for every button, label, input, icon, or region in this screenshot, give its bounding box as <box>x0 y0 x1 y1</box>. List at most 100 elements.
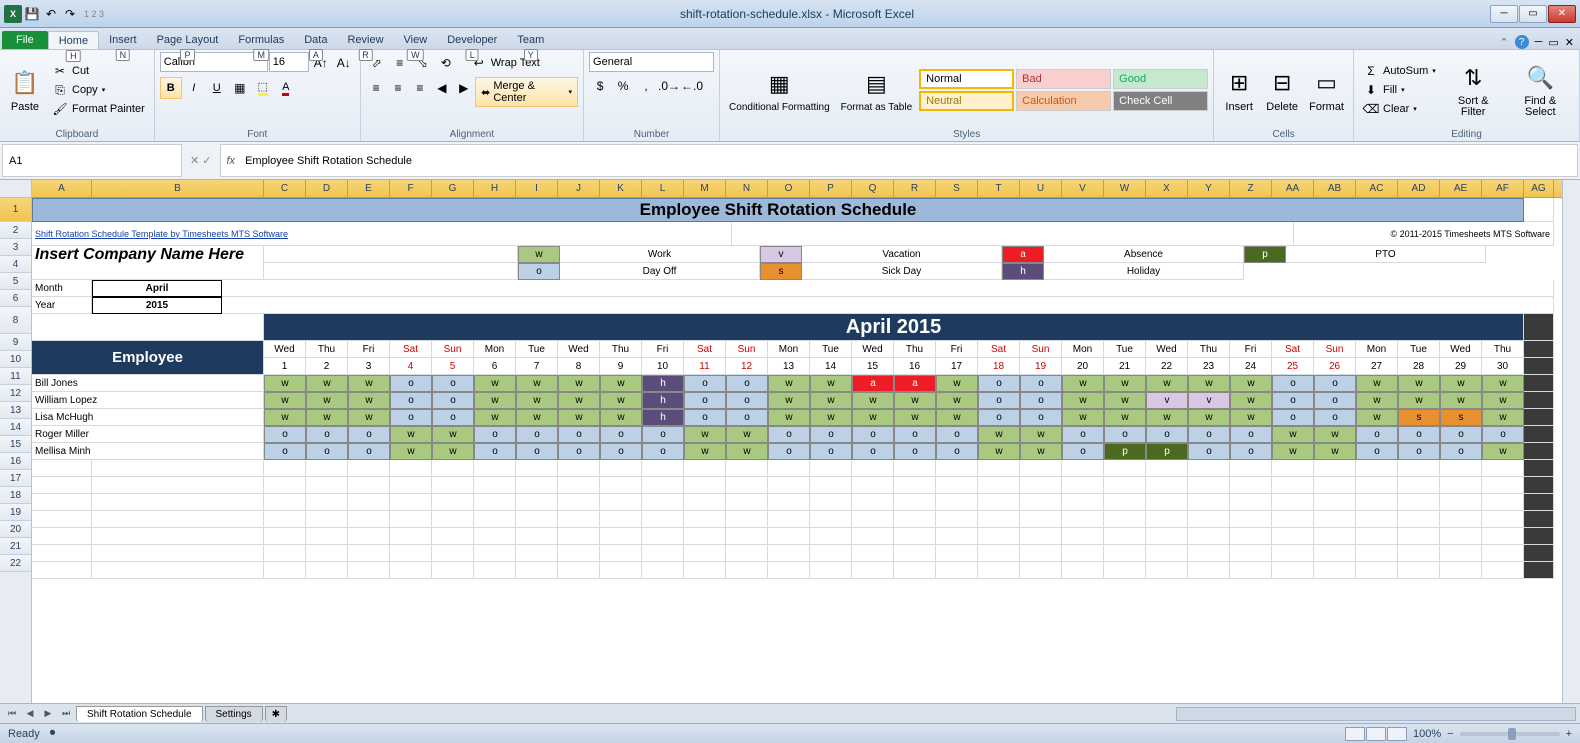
paste-button[interactable]: 📋 Paste <box>5 52 45 128</box>
cut-button[interactable]: ✂Cut <box>48 62 149 80</box>
merge-center-button[interactable]: ⬌Merge & Center▾ <box>475 77 578 107</box>
decrease-font-icon[interactable]: A↓ <box>333 52 355 74</box>
italic-button[interactable]: I <box>183 77 205 99</box>
tab-nav-next-icon[interactable]: ▶ <box>40 707 56 721</box>
clear-button[interactable]: ⌫Clear▾ <box>1359 100 1440 118</box>
increase-indent-icon[interactable]: ▶ <box>453 77 474 99</box>
cut-icon: ✂ <box>52 63 68 79</box>
column-headers[interactable]: ABCDEFGHIJKLMNOPQRSTUVWXYZAAABACADAEAFAG <box>32 180 1562 198</box>
row-headers[interactable]: 1234568910111213141516171819202122 <box>0 198 32 703</box>
find-select-button[interactable]: 🔍Find & Select <box>1507 52 1574 128</box>
page-break-view-icon[interactable] <box>1387 727 1407 741</box>
zoom-out-icon[interactable]: − <box>1447 728 1453 740</box>
style-neutral[interactable]: Neutral <box>919 91 1014 111</box>
style-calculation[interactable]: Calculation <box>1016 91 1111 111</box>
format-icon: ▭ <box>1311 67 1343 99</box>
maximize-button[interactable]: ▭ <box>1519 5 1547 23</box>
tab-nav-prev-icon[interactable]: ◀ <box>22 707 38 721</box>
tab-review[interactable]: ReviewR <box>337 31 393 49</box>
normal-view-icon[interactable] <box>1345 727 1365 741</box>
tab-formulas[interactable]: FormulasM <box>228 31 294 49</box>
conditional-formatting-button[interactable]: ▦ Conditional Formatting <box>725 52 834 128</box>
currency-icon[interactable]: $ <box>589 75 611 97</box>
ribbon-minimize-icon[interactable]: ⌃ <box>1499 36 1508 49</box>
zoom-in-icon[interactable]: + <box>1566 728 1572 740</box>
format-painter-button[interactable]: 🖌Format Painter <box>48 100 149 118</box>
autosum-button[interactable]: ΣAutoSum▾ <box>1359 62 1440 80</box>
clear-icon: ⌫ <box>1363 101 1379 117</box>
tab-data[interactable]: DataA <box>294 31 337 49</box>
page-layout-view-icon[interactable] <box>1366 727 1386 741</box>
fill-button[interactable]: ⬇Fill▾ <box>1359 81 1440 99</box>
find-icon: 🔍 <box>1524 62 1556 94</box>
decrease-decimal-icon[interactable]: ←.0 <box>681 75 703 97</box>
align-left-icon[interactable]: ≡ <box>366 77 387 99</box>
status-ready: Ready <box>8 728 40 740</box>
vertical-scrollbar[interactable] <box>1562 180 1580 703</box>
formula-input[interactable]: fx Employee Shift Rotation Schedule <box>220 144 1579 177</box>
file-tab[interactable]: File <box>2 31 48 49</box>
template-link[interactable]: Shift Rotation Schedule Template by Time… <box>35 229 288 239</box>
qat-redo-icon[interactable]: ↷ <box>61 5 79 23</box>
comma-icon[interactable]: , <box>635 75 657 97</box>
paste-icon: 📋 <box>9 67 41 99</box>
cell-grid[interactable]: Employee Shift Rotation ScheduleShift Ro… <box>32 198 1562 579</box>
tab-developer[interactable]: DeveloperL <box>437 31 507 49</box>
tab-insert[interactable]: InsertN <box>99 31 147 49</box>
inner-restore-icon[interactable]: ▭ <box>1548 36 1558 49</box>
macro-record-icon[interactable]: ⏺ <box>50 727 56 740</box>
group-clipboard: 📋 Paste ✂Cut ⎘Copy▾ 🖌Format Painter Clip… <box>0 50 155 141</box>
fx-cancel-icon[interactable]: ✕ <box>190 154 199 167</box>
sheet-tab-active[interactable]: Shift Rotation Schedule <box>76 706 203 722</box>
decrease-indent-icon[interactable]: ◀ <box>431 77 452 99</box>
tab-nav-first-icon[interactable]: ⏮ <box>4 707 20 721</box>
group-styles: ▦ Conditional Formatting ▤ Format as Tab… <box>720 50 1214 141</box>
tab-nav-last-icon[interactable]: ⏭ <box>58 707 74 721</box>
select-all-corner[interactable] <box>0 180 32 198</box>
inner-minimize-icon[interactable]: ─ <box>1535 36 1543 48</box>
tab-home[interactable]: HomeH <box>48 31 99 49</box>
delete-cells-button[interactable]: ⊟Delete <box>1262 52 1302 128</box>
status-bar: Ready ⏺ 100% − + <box>0 723 1580 743</box>
sheet-tab-settings[interactable]: Settings <box>205 706 263 722</box>
number-format-select[interactable]: General <box>589 52 714 72</box>
formula-bar: A1 ✕ ✓ fx Employee Shift Rotation Schedu… <box>0 142 1580 180</box>
align-center-icon[interactable]: ≡ <box>388 77 409 99</box>
fx-accept-icon[interactable]: ✓ <box>202 154 211 167</box>
name-box[interactable]: A1 <box>2 144 182 177</box>
style-normal[interactable]: Normal <box>919 69 1014 89</box>
font-family-select[interactable]: Calibri <box>160 52 268 72</box>
qat-save-icon[interactable]: 💾 <box>23 5 41 23</box>
insert-cells-button[interactable]: ⊞Insert <box>1219 52 1259 128</box>
style-good[interactable]: Good <box>1113 69 1208 89</box>
percent-icon[interactable]: % <box>612 75 634 97</box>
new-sheet-button[interactable]: ✱ <box>265 706 287 722</box>
copy-button[interactable]: ⎘Copy▾ <box>48 81 149 99</box>
close-button[interactable]: ✕ <box>1548 5 1576 23</box>
tab-page-layout[interactable]: Page LayoutP <box>147 31 229 49</box>
sort-filter-button[interactable]: ⇅Sort & Filter <box>1443 52 1504 128</box>
align-right-icon[interactable]: ≡ <box>410 77 431 99</box>
inner-close-icon[interactable]: ✕ <box>1565 36 1574 49</box>
orientation-icon[interactable]: ⟲ <box>435 52 457 74</box>
excel-icon[interactable]: X <box>4 5 22 23</box>
help-icon[interactable]: ? <box>1515 35 1529 49</box>
underline-button[interactable]: U <box>206 77 228 99</box>
font-color-button[interactable]: A <box>275 77 297 99</box>
font-size-select[interactable]: 16 <box>269 52 309 72</box>
tab-view[interactable]: ViewW <box>394 31 438 49</box>
style-bad[interactable]: Bad <box>1016 69 1111 89</box>
style-check-cell[interactable]: Check Cell <box>1113 91 1208 111</box>
fill-color-button[interactable]: ⬚ <box>252 77 274 99</box>
zoom-slider[interactable] <box>1460 732 1560 736</box>
format-table-button[interactable]: ▤ Format as Table <box>837 52 917 128</box>
format-cells-button[interactable]: ▭Format <box>1305 52 1348 128</box>
qat-undo-icon[interactable]: ↶ <box>42 5 60 23</box>
horizontal-scrollbar[interactable] <box>1176 707 1576 721</box>
bold-button[interactable]: B <box>160 77 182 99</box>
tab-team[interactable]: TeamY <box>507 31 554 49</box>
increase-decimal-icon[interactable]: .0→ <box>658 75 680 97</box>
minimize-button[interactable]: ─ <box>1490 5 1518 23</box>
border-button[interactable]: ▦ <box>229 77 251 99</box>
cond-format-icon: ▦ <box>763 68 795 100</box>
